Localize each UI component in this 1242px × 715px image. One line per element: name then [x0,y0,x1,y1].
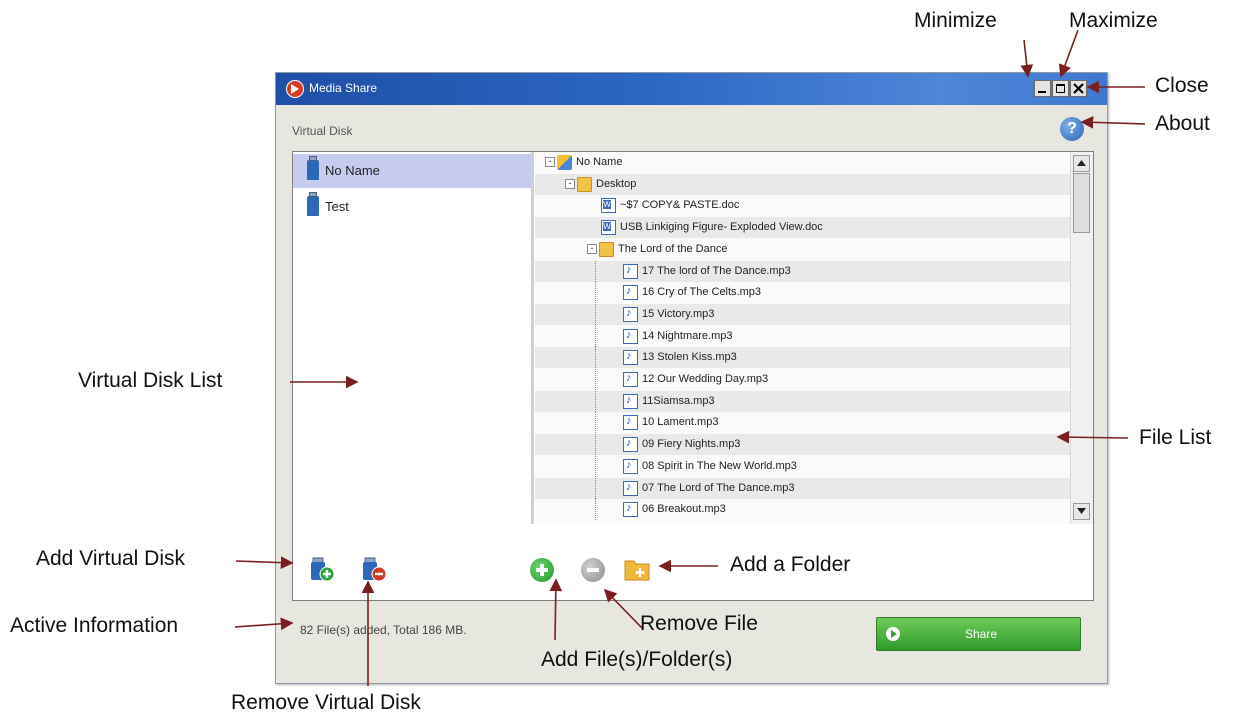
add-disk-icon[interactable] [309,556,335,582]
tree-item-label: 09 Fiery Nights.mp3 [642,438,741,450]
tree-row[interactable]: 16 Cry of The Celts.mp3 [535,282,1070,303]
status-text: 82 File(s) added, Total 186 MB. [300,623,467,637]
tree-row[interactable]: USB Linkiging Figure- Exploded View.doc [535,217,1070,238]
tree-item-label: 08 Spirit in The New World.mp3 [642,460,797,472]
remove-icon[interactable] [581,558,605,582]
doc-icon [601,220,616,235]
tree-row[interactable]: 17 The lord of The Dance.mp3 [535,261,1070,282]
tree-item-label: 07 The Lord of The Dance.mp3 [642,482,795,494]
disk-item[interactable]: No Name [293,154,531,188]
mp3-icon [623,285,638,300]
mp3-icon [623,502,638,517]
tree-row[interactable]: - The Lord of the Dance [535,239,1070,260]
tree-row[interactable]: - No Name [535,152,1070,173]
app-icon [286,80,304,98]
tree-row[interactable]: 11Siamsa.mp3 [535,391,1070,412]
tree-row[interactable]: 15 Victory.mp3 [535,304,1070,325]
collapse-toggle-icon[interactable]: - [545,157,555,167]
annotation-add-virtual-disk: Add Virtual Disk [36,547,186,570]
folder-icon [599,242,614,257]
tree-item-label: The Lord of the Dance [618,243,728,255]
mp3-icon [623,372,638,387]
tree-row[interactable]: ~$7 COPY& PASTE.doc [535,195,1070,216]
file-list[interactable]: - No Name - Desktop ~$7 COPY& PASTE.doc USB L… [535,152,1070,524]
tree-row[interactable]: 07 The Lord of The Dance.mp3 [535,478,1070,499]
annotation-add-files-folders: Add File(s)/Folder(s) [541,648,733,671]
mp3-icon [623,264,638,279]
media-share-window: Media Share Virtual Disk ? No Name Test … [275,72,1108,684]
tree-item-label: 15 Victory.mp3 [642,308,715,320]
annotation-add-a-folder: Add a Folder [730,553,851,576]
close-icon[interactable] [1070,80,1087,97]
remove-disk-icon[interactable] [361,556,387,582]
scroll-thumb[interactable] [1073,173,1090,233]
scroll-up-icon[interactable] [1073,155,1090,172]
disk-item[interactable]: Test [293,190,531,224]
tree-row[interactable]: 12 Our Wedding Day.mp3 [535,369,1070,390]
collapse-toggle-icon[interactable]: - [587,244,597,254]
tree-row[interactable]: 08 Spirit in The New World.mp3 [535,456,1070,477]
virtual-disk-heading: Virtual Disk [292,124,353,138]
tree-item-label: 12 Our Wedding Day.mp3 [642,373,769,385]
tree-row[interactable]: 06 Breakout.mp3 [535,499,1070,520]
annotation-active-information: Active Information [10,614,179,637]
annotation-minimize: Minimize [914,9,997,32]
tree-item-label: 06 Breakout.mp3 [642,503,726,515]
add-folder-icon[interactable] [624,557,650,581]
main-panel: No Name Test - No Name - Desktop ~$7 COPY& P… [292,151,1094,601]
usb-disk-icon [307,192,319,216]
help-icon[interactable]: ? [1060,117,1084,141]
minimize-icon[interactable] [1034,80,1051,97]
annotation-maximize: Maximize [1069,9,1158,32]
annotation-file-list: File List [1139,426,1212,449]
tree-row[interactable]: 10 Lament.mp3 [535,412,1070,433]
tree-item-label: 17 The lord of The Dance.mp3 [642,265,791,277]
collapse-toggle-icon[interactable]: - [565,179,575,189]
folder-icon [577,177,592,192]
tree-item-label: 14 Nightmare.mp3 [642,330,733,342]
title-bar[interactable]: Media Share [276,73,1107,105]
doc-icon [601,198,616,213]
panel-splitter[interactable] [531,152,534,524]
tree-row[interactable]: 13 Stolen Kiss.mp3 [535,347,1070,368]
share-label: Share [965,627,998,641]
maximize-icon[interactable] [1052,80,1069,97]
scroll-down-icon[interactable] [1073,503,1090,520]
tree-item-label: ~$7 COPY& PASTE.doc [620,199,740,211]
disk-label: No Name [325,163,380,178]
toolbar [293,524,1093,600]
mp3-icon [623,415,638,430]
tree-item-label: 11Siamsa.mp3 [642,395,715,407]
mp3-icon [623,459,638,474]
root-icon [557,155,572,170]
mp3-icon [623,481,638,496]
disk-label: Test [325,199,349,214]
tree-item-label: Desktop [596,178,637,190]
mp3-icon [623,329,638,344]
mp3-icon [623,394,638,409]
annotation-close: Close [1155,74,1209,97]
share-button[interactable]: Share [876,617,1081,651]
tree-item-label: USB Linkiging Figure- Exploded View.doc [620,221,823,233]
add-icon[interactable] [530,558,554,582]
tree-row[interactable]: 09 Fiery Nights.mp3 [535,434,1070,455]
mp3-icon [623,437,638,452]
annotation-remove-file: Remove File [640,612,758,635]
mp3-icon [623,350,638,365]
tree-item-label: 13 Stolen Kiss.mp3 [642,351,737,363]
annotation-remove-virtual-disk: Remove Virtual Disk [231,691,421,714]
window-title: Media Share [309,81,378,95]
tree-item-label: 16 Cry of The Celts.mp3 [642,286,762,298]
file-list-scrollbar[interactable] [1070,152,1093,524]
mp3-icon [623,307,638,322]
tree-item-label: No Name [576,156,623,168]
tree-row[interactable]: - Desktop [535,174,1070,195]
virtual-disk-list[interactable]: No Name Test [293,152,531,524]
annotation-about: About [1155,112,1210,135]
usb-disk-icon [307,156,319,180]
annotation-virtual-disk-list: Virtual Disk List [78,369,223,392]
tree-item-label: 10 Lament.mp3 [642,416,719,428]
tree-row[interactable]: 14 Nightmare.mp3 [535,326,1070,347]
play-icon [886,627,900,641]
